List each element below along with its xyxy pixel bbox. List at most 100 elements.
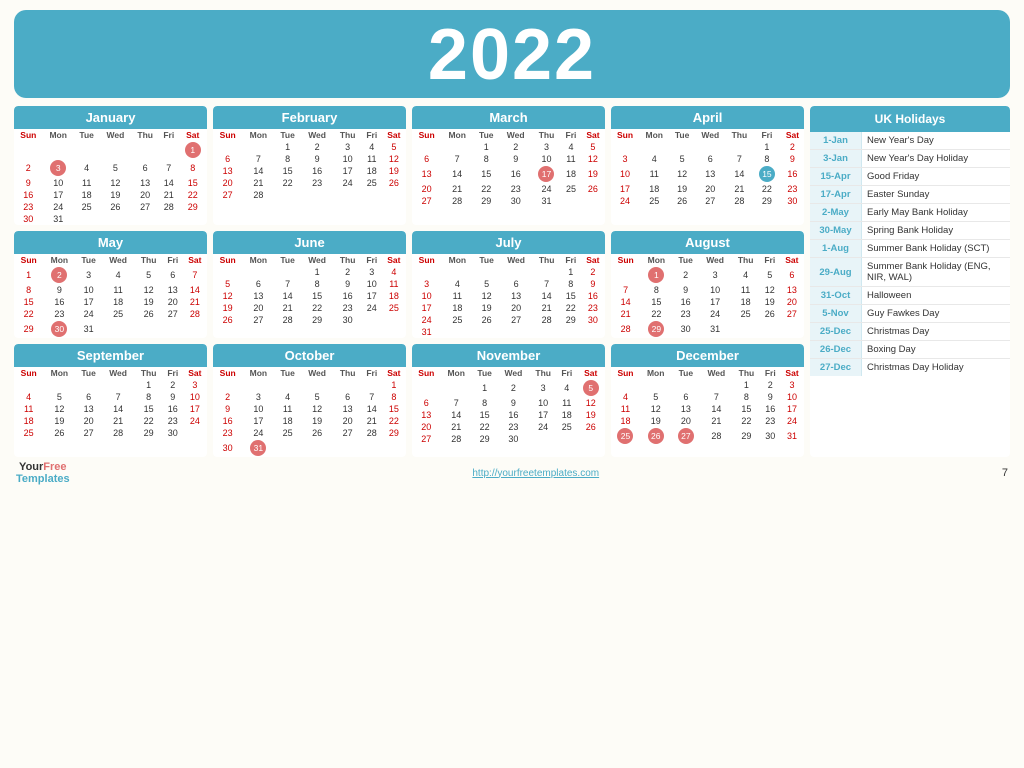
cal-day: 12 xyxy=(576,397,605,409)
footer-url[interactable]: http://yourfreetemplates.com xyxy=(472,468,599,479)
cal-day: 27 xyxy=(412,433,441,445)
cal-day: 11 xyxy=(731,284,759,296)
cal-day: 23 xyxy=(333,302,361,314)
cal-day: 17 xyxy=(412,302,441,314)
cal-day: 26 xyxy=(100,201,132,213)
cal-day: 5 xyxy=(301,391,334,403)
cal-day: 6 xyxy=(695,153,726,165)
cal-day xyxy=(473,326,499,338)
cal-day: 24 xyxy=(412,314,441,326)
cal-day: 6 xyxy=(412,397,441,409)
cal-day: 3 xyxy=(699,266,732,284)
cal-day: 31 xyxy=(532,195,561,207)
cal-day: 11 xyxy=(382,278,406,290)
day-header-tue: Tue xyxy=(473,129,499,141)
month-block-february: FebruarySunMonTueWedThuFriSat 1234567891… xyxy=(213,106,406,225)
cal-day: 19 xyxy=(134,296,162,308)
cal-day: 24 xyxy=(43,201,74,213)
cal-day: 29 xyxy=(753,195,781,207)
cal-day: 12 xyxy=(382,153,406,165)
cal-day: 9 xyxy=(760,391,780,403)
holiday-name: Easter Sunday xyxy=(862,186,934,203)
cal-day: 1 xyxy=(382,379,406,391)
cal-day: 15 xyxy=(14,296,43,308)
cal-day: 22 xyxy=(382,415,406,427)
holiday-row: 5-NovGuy Fawkes Day xyxy=(810,305,1010,323)
cal-day: 25 xyxy=(441,314,473,326)
cal-day: 25 xyxy=(14,427,43,439)
holidays-panel: UK Holidays1-JanNew Year's Day3-JanNew Y… xyxy=(810,106,1010,457)
cal-day: 23 xyxy=(499,183,531,195)
logo-your: Your xyxy=(19,461,43,473)
cal-day: 2 xyxy=(43,266,75,284)
holiday-row: 26-DecBoxing Day xyxy=(810,341,1010,359)
cal-day: 19 xyxy=(669,183,694,195)
cal-day: 4 xyxy=(102,266,135,284)
day-header-tue: Tue xyxy=(274,367,300,379)
cal-day: 4 xyxy=(382,266,406,278)
holiday-name: Halloween xyxy=(862,287,916,304)
day-header-fri: Fri xyxy=(163,254,183,266)
cal-day xyxy=(274,379,300,391)
cal-day: 7 xyxy=(362,391,382,403)
cal-day: 21 xyxy=(274,302,300,314)
day-header-wed: Wed xyxy=(499,129,531,141)
cal-day: 26 xyxy=(382,177,406,189)
month-header: June xyxy=(213,231,406,254)
day-header-tue: Tue xyxy=(671,367,700,379)
cal-day: 12 xyxy=(213,290,242,302)
cal-day xyxy=(441,266,473,278)
cal-day: 16 xyxy=(672,296,698,308)
cal-day: 14 xyxy=(441,409,472,421)
month-header: September xyxy=(14,344,207,367)
day-header-mon: Mon xyxy=(43,129,74,141)
cal-day: 23 xyxy=(760,415,780,427)
cal-day: 1 xyxy=(732,379,760,391)
cal-day: 13 xyxy=(163,284,183,296)
cal-day: 28 xyxy=(274,314,300,326)
cal-day: 12 xyxy=(581,153,605,165)
day-header-sun: Sun xyxy=(14,254,43,266)
day-header-thu: Thu xyxy=(532,254,560,266)
cal-day: 27 xyxy=(333,427,361,439)
cal-day: 25 xyxy=(274,427,300,439)
cal-day: 20 xyxy=(695,183,726,195)
cal-day: 7 xyxy=(102,391,135,403)
cal-day: 15 xyxy=(732,403,760,415)
cal-day: 30 xyxy=(14,213,43,225)
cal-day: 10 xyxy=(699,284,732,296)
cal-day: 13 xyxy=(242,290,274,302)
cal-day: 1 xyxy=(473,141,499,153)
cal-day: 17 xyxy=(43,189,74,201)
holiday-name: Good Friday xyxy=(862,168,924,185)
holiday-date: 1-Jan xyxy=(810,132,862,149)
circled-date: 27 xyxy=(678,428,694,444)
circled-date: 5 xyxy=(583,380,599,396)
cal-day: 2 xyxy=(760,379,780,391)
circled-date: 31 xyxy=(250,440,266,456)
holiday-name: New Year's Day xyxy=(862,132,939,149)
cal-day: 30 xyxy=(333,314,361,326)
cal-day: 4 xyxy=(441,278,473,290)
cal-day: 1 xyxy=(14,266,43,284)
day-header-mon: Mon xyxy=(43,254,75,266)
month-header: May xyxy=(14,231,207,254)
cal-day xyxy=(731,320,759,338)
cal-day: 25 xyxy=(362,177,382,189)
cal-day: 29 xyxy=(14,320,43,338)
circled-date: 26 xyxy=(648,428,664,444)
cal-day: 16 xyxy=(14,189,43,201)
cal-day: 11 xyxy=(14,403,43,415)
cal-day: 6 xyxy=(213,153,242,165)
cal-day: 16 xyxy=(781,165,804,183)
cal-day xyxy=(500,326,533,338)
day-header-wed: Wed xyxy=(699,254,732,266)
cal-day: 30 xyxy=(781,195,804,207)
cal-day: 10 xyxy=(412,290,441,302)
cal-day: 15 xyxy=(640,296,672,308)
cal-day: 14 xyxy=(700,403,732,415)
cal-day: 15 xyxy=(472,409,498,421)
day-header-tue: Tue xyxy=(669,129,694,141)
cal-day xyxy=(183,427,207,439)
cal-day: 20 xyxy=(333,415,361,427)
